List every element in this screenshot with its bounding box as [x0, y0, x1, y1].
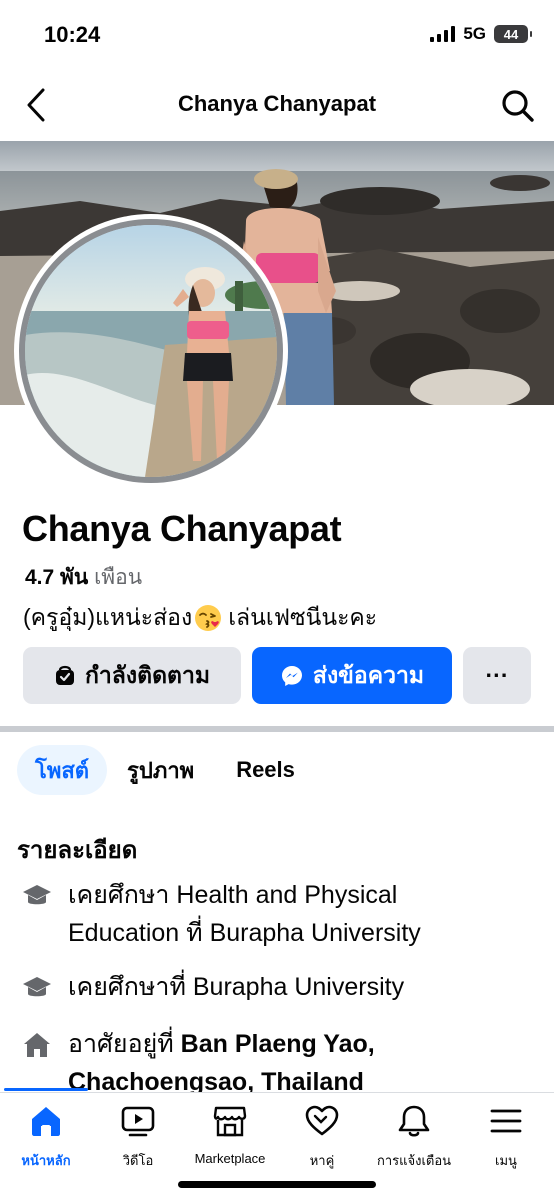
friends-label: เพือน	[94, 566, 143, 589]
nav-home[interactable]: หน้าหลัก	[0, 1101, 92, 1171]
lives-in-place-line1[interactable]: Ban Plaeng Yao,	[181, 1030, 375, 1058]
search-button[interactable]	[498, 86, 538, 126]
nav-menu-label: เมนู	[495, 1153, 517, 1168]
detail-education-1-line1: เคยศึกษา Health and Physical	[68, 881, 398, 909]
dating-heart-icon	[302, 1101, 342, 1140]
messenger-icon	[280, 664, 304, 688]
status-bar: 10:24 5G 44	[0, 0, 554, 70]
following-label: กำลังติดตาม	[84, 661, 211, 688]
nav-notifications-label: การแจ้งเตือน	[376, 1153, 452, 1168]
video-icon	[118, 1101, 158, 1140]
friends-count-value: 4.7 พัน	[25, 566, 89, 589]
lives-in-prefix: อาศัยอยู่ที่	[68, 1030, 181, 1058]
home-icon	[26, 1101, 66, 1140]
avatar-ring	[19, 219, 283, 483]
search-icon	[502, 90, 534, 122]
status-time: 10:24	[44, 22, 101, 47]
bell-icon	[394, 1101, 434, 1140]
profile-actions: กำลังติดตาม ส่งข้อความ ···	[23, 647, 531, 704]
nav-video[interactable]: วิดีโอ	[92, 1101, 184, 1171]
profile-bio: (ครูอุ๋ม)แหน่ะส่อง เล่นเฟซนีนะคะ	[23, 600, 377, 636]
nav-video-label: วิดีโอ	[122, 1153, 154, 1168]
avatar-image	[25, 225, 277, 477]
friends-count[interactable]: 4.7 พัน เพือน	[25, 561, 142, 594]
nav-dating-label: หาคู่	[309, 1153, 335, 1168]
active-nav-indicator	[4, 1088, 88, 1091]
tab-photos[interactable]: รูปภาพ	[109, 745, 212, 795]
battery-level: 44	[503, 26, 519, 42]
detail-education-1-text: เคยศึกษา Health and Physical Education ท…	[68, 876, 421, 952]
more-options-icon: ···	[485, 662, 509, 688]
following-check-icon	[54, 665, 76, 687]
nav-home-label: หน้าหลัก	[21, 1153, 71, 1168]
profile-tabs: โพสต์ รูปภาพ Reels	[17, 744, 313, 796]
more-options-button[interactable]: ···	[463, 647, 531, 704]
detail-lives-in-text: อาศัยอยู่ที่ Ban Plaeng Yao, Chachoengsa…	[68, 1025, 375, 1101]
battery-icon: 44	[494, 25, 532, 43]
marketplace-icon	[210, 1101, 250, 1141]
cellular-signal-icon	[430, 26, 456, 42]
details-heading: รายละเอียด	[17, 837, 138, 864]
profile-header: Chanya Chanyapat	[0, 72, 554, 138]
kissing-face-emoji-icon	[195, 605, 222, 631]
following-button[interactable]: กำลังติดตาม	[23, 647, 241, 704]
status-indicators: 5G 44	[430, 24, 532, 44]
nav-marketplace-label: Marketplace	[194, 1151, 266, 1166]
bio-text-end: เล่นเฟซนีนะคะ	[228, 604, 378, 630]
nav-notifications[interactable]: การแจ้งเตือน	[368, 1101, 460, 1171]
message-button[interactable]: ส่งข้อความ	[252, 647, 452, 704]
bio-text-start: (ครูอุ๋ม)แหน่ะส่อง	[23, 604, 193, 630]
detail-education-1-line2: Education ที่ Burapha University	[68, 919, 421, 947]
message-label: ส่งข้อความ	[312, 661, 425, 688]
tab-posts[interactable]: โพสต์	[17, 745, 108, 795]
profile-name: Chanya Chanyapat	[22, 508, 342, 549]
network-type: 5G	[463, 24, 486, 43]
nav-dating[interactable]: หาคู่	[276, 1101, 368, 1171]
detail-education-2-text: เคยศึกษาที่ Burapha University	[68, 973, 405, 1001]
graduation-cap-icon	[23, 885, 51, 905]
menu-icon	[486, 1101, 526, 1140]
home-indicator[interactable]	[178, 1181, 376, 1188]
nav-menu[interactable]: เมนู	[460, 1101, 552, 1171]
graduation-cap-icon	[23, 977, 51, 997]
nav-marketplace[interactable]: Marketplace	[184, 1101, 276, 1171]
tab-reels[interactable]: Reels	[218, 745, 313, 795]
home-icon	[24, 1033, 50, 1057]
section-divider	[0, 726, 554, 732]
page-title: Chanya Chanyapat	[177, 91, 377, 116]
profile-avatar[interactable]	[14, 214, 288, 488]
